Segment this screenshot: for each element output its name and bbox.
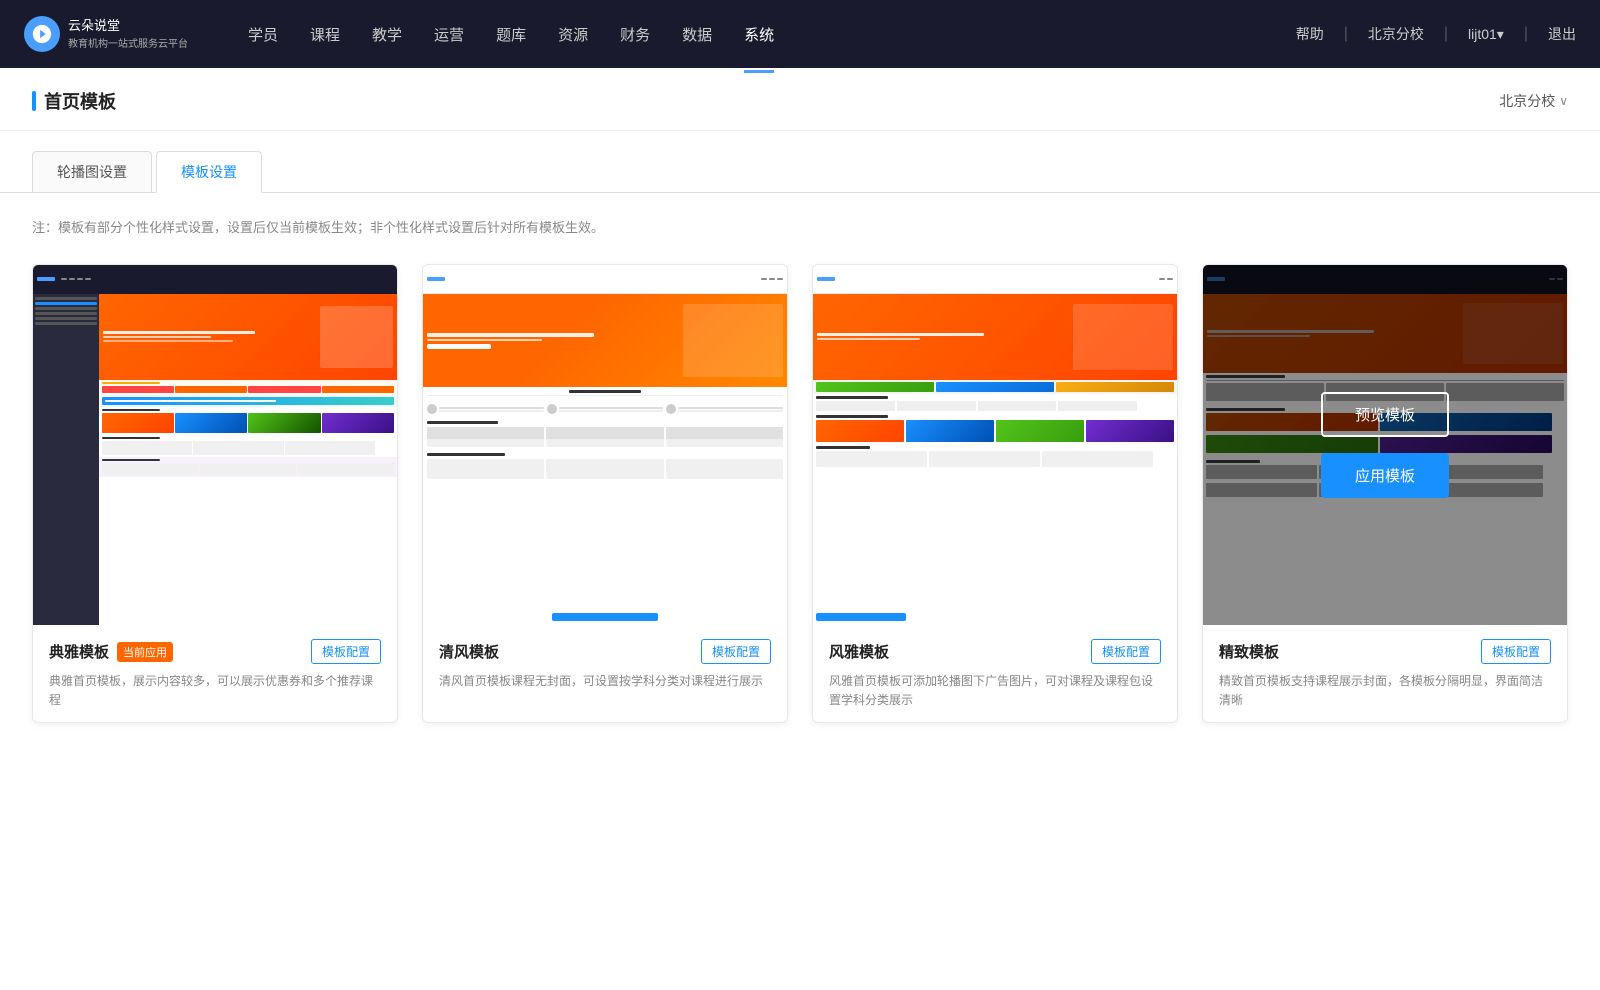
nav-menu: 学员 课程 教学 运营 题库 资源 财务 数据 系统 [248, 20, 1296, 49]
nav-user[interactable]: lijt01▾ [1468, 26, 1504, 43]
logo-icon [24, 16, 60, 52]
preview-template-button[interactable]: 预览模板 [1321, 392, 1449, 437]
tab-bar: 轮播图设置 模板设置 [0, 131, 1600, 193]
content-area: 注：模板有部分个性化样式设置，设置后仅当前模板生效；非个性化样式设置后针对所有模… [0, 193, 1600, 747]
apply-template-button[interactable]: 应用模板 [1321, 453, 1449, 498]
nav-logo[interactable]: 云朵说堂 教育机构一站式服务云平台 [24, 16, 188, 52]
template-card-jingzhi: 预览模板 应用模板 精致模板 模板配置 精致首页模板支持课程展示封面，各模板分隔… [1202, 264, 1568, 723]
nav-item-course[interactable]: 课程 [310, 20, 340, 49]
template-preview-dianya[interactable] [33, 265, 397, 625]
template-footer-qingfeng: 清风模板 模板配置 清风首页模板课程无封面，可设置按学科分类对课程进行展示 [423, 625, 787, 703]
template-footer-jingzhi: 精致模板 模板配置 精致首页模板支持课程展示封面，各模板分隔明显，界面简洁清晰 [1203, 625, 1567, 722]
template-desc-jingzhi: 精致首页模板支持课程展示封面，各模板分隔明显，界面简洁清晰 [1219, 672, 1551, 710]
template-card-qingfeng: 清风模板 模板配置 清风首页模板课程无封面，可设置按学科分类对课程进行展示 [422, 264, 788, 723]
nav-item-resources[interactable]: 资源 [558, 20, 588, 49]
nav-item-teaching[interactable]: 教学 [372, 20, 402, 49]
tab-template[interactable]: 模板设置 [156, 151, 262, 193]
template-desc-qingfeng: 清风首页模板课程无封面，可设置按学科分类对课程进行展示 [439, 672, 771, 691]
template-name-fengya: 风雅模板 [829, 641, 889, 662]
template-footer-fengya: 风雅模板 模板配置 风雅首页模板可添加轮播图下广告图片，可对课程及课程包设置学科… [813, 625, 1177, 722]
config-button-dianya[interactable]: 模板配置 [311, 639, 381, 664]
page-header: 首页模板 北京分校 ∨ [0, 68, 1600, 131]
template-preview-qingfeng[interactable] [423, 265, 787, 625]
template-grid: 典雅模板 当前应用 模板配置 典雅首页模板，展示内容较多，可以展示优惠券和多个推… [32, 264, 1568, 723]
logo-text: 云朵说堂 教育机构一站式服务云平台 [68, 18, 188, 50]
branch-selector[interactable]: 北京分校 ∨ [1499, 91, 1568, 111]
nav-branch[interactable]: 北京分校 [1368, 24, 1424, 44]
nav-right: 帮助 | 北京分校 | lijt01▾ | 退出 [1296, 24, 1576, 44]
nav-logout[interactable]: 退出 [1548, 24, 1576, 44]
nav-item-finance[interactable]: 财务 [620, 20, 650, 49]
template-name-dianya: 典雅模板 当前应用 [49, 641, 173, 662]
nav-item-students[interactable]: 学员 [248, 20, 278, 49]
template-desc-fengya: 风雅首页模板可添加轮播图下广告图片，可对课程及课程包设置学科分类展示 [829, 672, 1161, 710]
nav-help[interactable]: 帮助 [1296, 24, 1324, 44]
note-text: 注：模板有部分个性化样式设置，设置后仅当前模板生效；非个性化样式设置后针对所有模… [32, 217, 1568, 236]
config-button-qingfeng[interactable]: 模板配置 [701, 639, 771, 664]
template-preview-fengya[interactable] [813, 265, 1177, 625]
main-nav: 云朵说堂 教育机构一站式服务云平台 学员 课程 教学 运营 题库 资源 财务 数… [0, 0, 1600, 68]
config-button-fengya[interactable]: 模板配置 [1091, 639, 1161, 664]
nav-item-system[interactable]: 系统 [744, 20, 774, 49]
config-button-jingzhi[interactable]: 模板配置 [1481, 639, 1551, 664]
template-card-dianya: 典雅模板 当前应用 模板配置 典雅首页模板，展示内容较多，可以展示优惠券和多个推… [32, 264, 398, 723]
nav-item-operations[interactable]: 运营 [434, 20, 464, 49]
page-title: 首页模板 [32, 88, 116, 114]
template-desc-dianya: 典雅首页模板，展示内容较多，可以展示优惠券和多个推荐课程 [49, 672, 381, 710]
tab-carousel[interactable]: 轮播图设置 [32, 151, 152, 192]
current-badge: 当前应用 [117, 642, 173, 662]
template-name-jingzhi: 精致模板 [1219, 641, 1279, 662]
nav-item-questions[interactable]: 题库 [496, 20, 526, 49]
template-card-fengya: 风雅模板 模板配置 风雅首页模板可添加轮播图下广告图片，可对课程及课程包设置学科… [812, 264, 1178, 723]
template-name-qingfeng: 清风模板 [439, 641, 499, 662]
template-preview-jingzhi[interactable]: 预览模板 应用模板 [1203, 265, 1567, 625]
nav-item-data[interactable]: 数据 [682, 20, 712, 49]
branch-arrow-icon: ∨ [1559, 94, 1568, 108]
template-footer-dianya: 典雅模板 当前应用 模板配置 典雅首页模板，展示内容较多，可以展示优惠券和多个推… [33, 625, 397, 722]
template-overlay-jingzhi: 预览模板 应用模板 [1203, 265, 1567, 625]
page: 首页模板 北京分校 ∨ 轮播图设置 模板设置 注：模板有部分个性化样式设置，设置… [0, 68, 1600, 990]
